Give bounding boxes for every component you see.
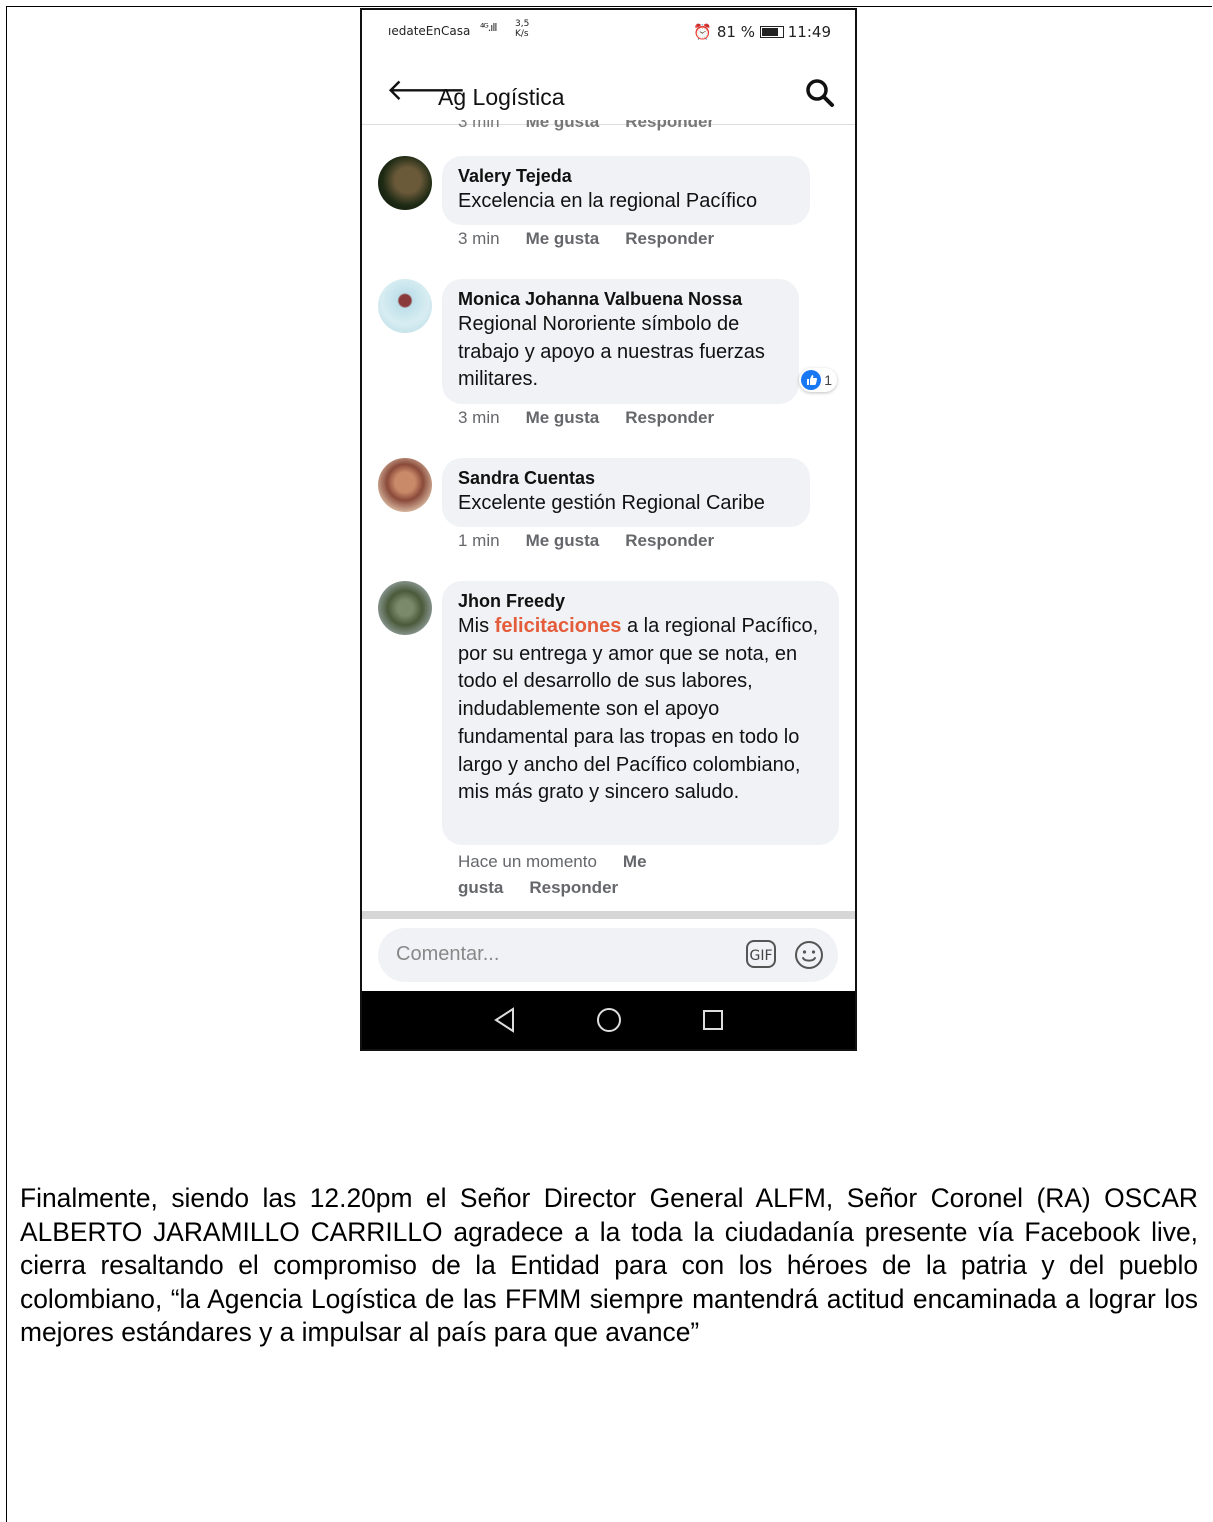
reply-button[interactable]: Responder [625, 531, 714, 550]
like-icon [801, 370, 822, 390]
like-button[interactable]: Me gusta [526, 408, 600, 427]
avatar[interactable] [378, 581, 432, 635]
comment-text-start: Mis [458, 615, 495, 637]
comment-author[interactable]: Sandra Cuentas [458, 466, 794, 490]
comment-bubble: Monica Johanna Valbuena Nossa Regional N… [442, 279, 799, 404]
home-circle-icon[interactable] [596, 1007, 622, 1038]
signal-icon: ⁴ᴳ.ıll [480, 21, 497, 34]
alarm-icon: ⏰ [693, 23, 713, 41]
comment-time: 3 min [458, 229, 500, 248]
like-button[interactable]: Me gusta [526, 531, 600, 550]
comment-text-rest: a la regional Pacífico, por su entrega y… [458, 615, 819, 804]
reaction-badge[interactable]: 1 [799, 368, 837, 392]
gif-button[interactable]: GIF [746, 940, 776, 968]
comment-input[interactable]: Comentar... [396, 943, 499, 966]
comment-actions: 3 min Me gusta Responder [458, 229, 740, 249]
back-triangle-icon[interactable] [493, 1007, 517, 1038]
speed-value: 3,5 [515, 19, 530, 29]
avatar[interactable] [378, 279, 432, 333]
comment-bubble: Valery Tejeda Excelencia en la regional … [442, 156, 810, 225]
avatar[interactable] [378, 458, 432, 512]
comment-bubble: Sandra Cuentas Excelente gestión Regiona… [442, 458, 810, 527]
comment-time: 3 min [458, 408, 500, 427]
reply-button[interactable]: Responder [529, 878, 618, 897]
reply-button[interactable]: Responder [625, 408, 714, 427]
document-paragraph: Finalmente, siendo las 12.20pm el Señor … [20, 1183, 1198, 1348]
comment-actions: 3 min Me gusta Responder [458, 408, 740, 428]
comment-author[interactable]: Valery Tejeda [458, 164, 794, 188]
comment-author[interactable]: Monica Johanna Valbuena Nossa [458, 287, 783, 311]
comment-text: Mis felicitaciones a la regional Pacífic… [458, 613, 823, 807]
battery-percent: 81 % [716, 23, 755, 41]
app-bar: 🡐 Ag Logística [362, 56, 855, 125]
comment-time: Hace un momento [458, 852, 597, 871]
comment-text: Excelente gestión Regional Caribe [458, 492, 765, 514]
battery-icon [759, 26, 784, 38]
reaction-count: 1 [824, 372, 832, 388]
status-bar: ıedateEnCasa ⁴ᴳ.ıll 3,5 K/s ⏰ 81 % 11:49 [362, 10, 855, 56]
comment-actions: Hace un momento Me gusta Responder [458, 849, 758, 901]
like-button[interactable]: Me gusta [526, 229, 600, 248]
comment-time: 1 min [458, 531, 500, 550]
status-right: ⏰ 81 % 11:49 [693, 23, 831, 41]
speed-unit: K/s [515, 29, 529, 39]
highlighted-word: felicitaciones [494, 615, 622, 637]
search-icon[interactable] [805, 78, 835, 113]
divider [362, 911, 855, 919]
comment-bubble: Jhon Freedy Mis felicitaciones a la regi… [442, 581, 839, 845]
network-speed: 3,5 K/s [515, 19, 529, 39]
emoji-icon[interactable] [794, 940, 824, 975]
comment-text: Excelencia en la regional Pacífico [458, 190, 758, 212]
avatar[interactable] [378, 156, 432, 210]
android-nav-bar [362, 991, 855, 1049]
comment-composer[interactable]: Comentar... GIF [378, 928, 838, 982]
clock: 11:49 [787, 23, 831, 41]
comment-author[interactable]: Jhon Freedy [458, 589, 823, 613]
page-title: Ag Logística [438, 84, 565, 110]
carrier-name: ıedateEnCasa [388, 24, 471, 38]
comment-text: Regional Nororiente símbolo de trabajo y… [458, 313, 765, 391]
reply-button[interactable]: Responder [625, 229, 714, 248]
recents-square-icon[interactable] [702, 1009, 724, 1036]
phone-screenshot: ıedateEnCasa ⁴ᴳ.ıll 3,5 K/s ⏰ 81 % 11:49… [360, 8, 857, 1051]
comment-actions: 1 min Me gusta Responder [458, 531, 740, 551]
